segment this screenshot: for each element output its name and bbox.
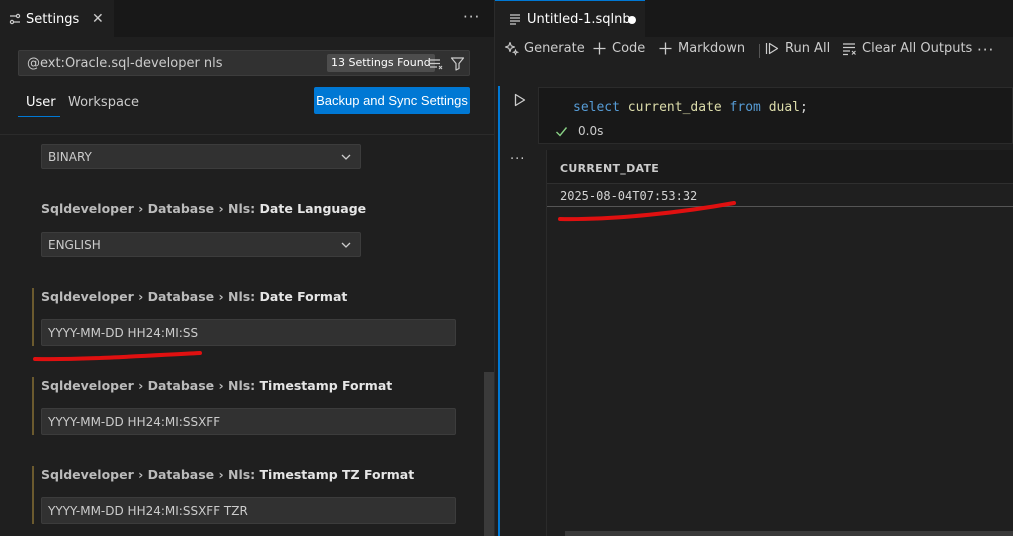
- divider: [0, 134, 494, 135]
- setting-name: Timestamp TZ Format: [259, 467, 415, 482]
- more-actions-icon[interactable]: ···: [977, 41, 994, 59]
- setting-name: Date Format: [259, 289, 348, 304]
- modified-indicator: [32, 377, 34, 435]
- setting-category: Sqldeveloper › Database › Nls:: [41, 378, 260, 393]
- sparkle-icon: [504, 41, 519, 56]
- setting-title-timestamp-tz-format: Sqldeveloper › Database › Nls: Timestamp…: [41, 467, 414, 482]
- add-markdown-cell-button[interactable]: Markdown: [658, 41, 745, 56]
- clear-all-outputs-button[interactable]: Clear All Outputs: [842, 41, 972, 56]
- output-more-actions-icon[interactable]: ···: [510, 152, 525, 167]
- column-header: CURRENT_DATE: [560, 162, 660, 175]
- notebook-file-icon: [510, 14, 520, 25]
- code-label: Code: [612, 41, 646, 56]
- settings-editor: Settings ✕ ··· @ext:Oracle.sql-developer…: [0, 0, 494, 536]
- timestamp-format-input[interactable]: YYYY-MM-DD HH24:MI:SSXFF: [41, 408, 456, 435]
- code-token-identifier: current_date: [627, 100, 722, 115]
- search-query: @ext:Oracle.sql-developer nls: [27, 56, 223, 71]
- tab-notebook[interactable]: Untitled-1.sqlnb: [495, 0, 645, 37]
- filter-icon[interactable]: [450, 56, 465, 71]
- code-token-keyword: from: [729, 100, 761, 115]
- tab-user[interactable]: User: [26, 95, 56, 110]
- red-underline-annotation: [33, 351, 202, 362]
- notebook-toolbar: Generate Code Markdown Run All Clear All…: [495, 38, 1013, 62]
- input-value: YYYY-MM-DD HH24:MI:SS: [48, 326, 199, 340]
- tab-notebook-label: Untitled-1.sqlnb: [527, 11, 631, 27]
- code-cell-editor[interactable]: select current_date from dual; 0.0s: [538, 87, 1013, 144]
- cell-output: CURRENT_DATE 2025-08-04T07:53:32: [546, 150, 1013, 536]
- chevron-down-icon: [341, 242, 351, 248]
- code-token-keyword: select: [573, 100, 620, 115]
- modified-indicator: [32, 288, 34, 346]
- chevron-down-icon: [341, 154, 351, 160]
- plus-icon: [659, 42, 672, 55]
- notebook-tab-bar: Untitled-1.sqlnb: [495, 0, 1013, 37]
- setting-title-date-language: Sqldeveloper › Database › Nls: Date Lang…: [41, 201, 366, 216]
- tab-settings[interactable]: Settings ✕: [0, 0, 114, 37]
- results-count-badge: 13 Settings Found: [327, 54, 435, 72]
- plus-icon: [593, 42, 606, 55]
- run-all-button[interactable]: Run All: [765, 41, 830, 56]
- add-code-cell-button[interactable]: Code: [592, 41, 645, 56]
- setting-dropdown-date-language[interactable]: ENGLISH: [41, 232, 361, 257]
- setting-name: Date Language: [259, 201, 367, 216]
- setting-category: Sqldeveloper › Database › Nls:: [41, 201, 260, 216]
- tab-workspace[interactable]: Workspace: [68, 95, 139, 110]
- timestamp-tz-format-input[interactable]: YYYY-MM-DD HH24:MI:SSXFF TZR: [41, 497, 456, 524]
- setting-title-timestamp-format: Sqldeveloper › Database › Nls: Timestamp…: [41, 378, 392, 393]
- execution-time: 0.0s: [578, 124, 604, 138]
- sql-code-line[interactable]: select current_date from dual;: [573, 100, 808, 115]
- active-tab-indicator: [18, 116, 60, 117]
- code-token-identifier: dual: [768, 100, 800, 115]
- result-table-header: CURRENT_DATE: [547, 150, 1013, 184]
- modified-indicator: [32, 466, 34, 524]
- cell-focus-indicator: [498, 86, 500, 536]
- dropdown-value: BINARY: [48, 150, 92, 164]
- markdown-label: Markdown: [678, 41, 746, 56]
- settings-tab-bar: Settings ✕ ···: [0, 0, 494, 37]
- vertical-scrollbar[interactable]: [484, 372, 494, 536]
- code-token-punct: ;: [800, 100, 808, 115]
- run-cell-icon[interactable]: [514, 93, 526, 107]
- notebook-editor: Untitled-1.sqlnb Generate Code Markdown: [495, 0, 1013, 536]
- generate-label: Generate: [524, 41, 585, 56]
- clear-all-outputs-label: Clear All Outputs: [862, 41, 973, 56]
- tab-settings-label: Settings: [26, 11, 80, 27]
- setting-category: Sqldeveloper › Database › Nls:: [41, 467, 260, 482]
- more-actions-icon[interactable]: ···: [463, 8, 480, 26]
- settings-search-input[interactable]: @ext:Oracle.sql-developer nls 13 Setting…: [18, 50, 470, 76]
- setting-name: Timestamp Format: [259, 378, 393, 393]
- setting-dropdown-sort[interactable]: BINARY: [41, 144, 361, 169]
- setting-category: Sqldeveloper › Database › Nls:: [41, 289, 260, 304]
- red-underline-annotation: [558, 201, 736, 222]
- checkmark-icon: [556, 126, 568, 137]
- clear-all-icon: [843, 43, 856, 56]
- clear-filter-icon[interactable]: [429, 56, 444, 71]
- unsaved-dot-icon[interactable]: [628, 16, 636, 24]
- close-icon[interactable]: ✕: [92, 11, 104, 27]
- cell-execution-status: 0.0s: [555, 124, 603, 138]
- horizontal-scrollbar[interactable]: [565, 531, 1013, 536]
- dropdown-value: ENGLISH: [48, 238, 101, 252]
- backup-sync-button[interactable]: Backup and Sync Settings: [314, 87, 470, 114]
- run-all-icon: [765, 42, 779, 55]
- toolbar-separator: [759, 44, 760, 58]
- input-value: YYYY-MM-DD HH24:MI:SSXFF: [48, 415, 221, 429]
- generate-button[interactable]: Generate: [504, 41, 585, 56]
- run-all-label: Run All: [785, 41, 831, 56]
- settings-icon: [9, 13, 21, 25]
- input-value: YYYY-MM-DD HH24:MI:SSXFF TZR: [48, 504, 248, 518]
- date-format-input[interactable]: YYYY-MM-DD HH24:MI:SS: [41, 319, 456, 346]
- setting-title-date-format: Sqldeveloper › Database › Nls: Date Form…: [41, 289, 347, 304]
